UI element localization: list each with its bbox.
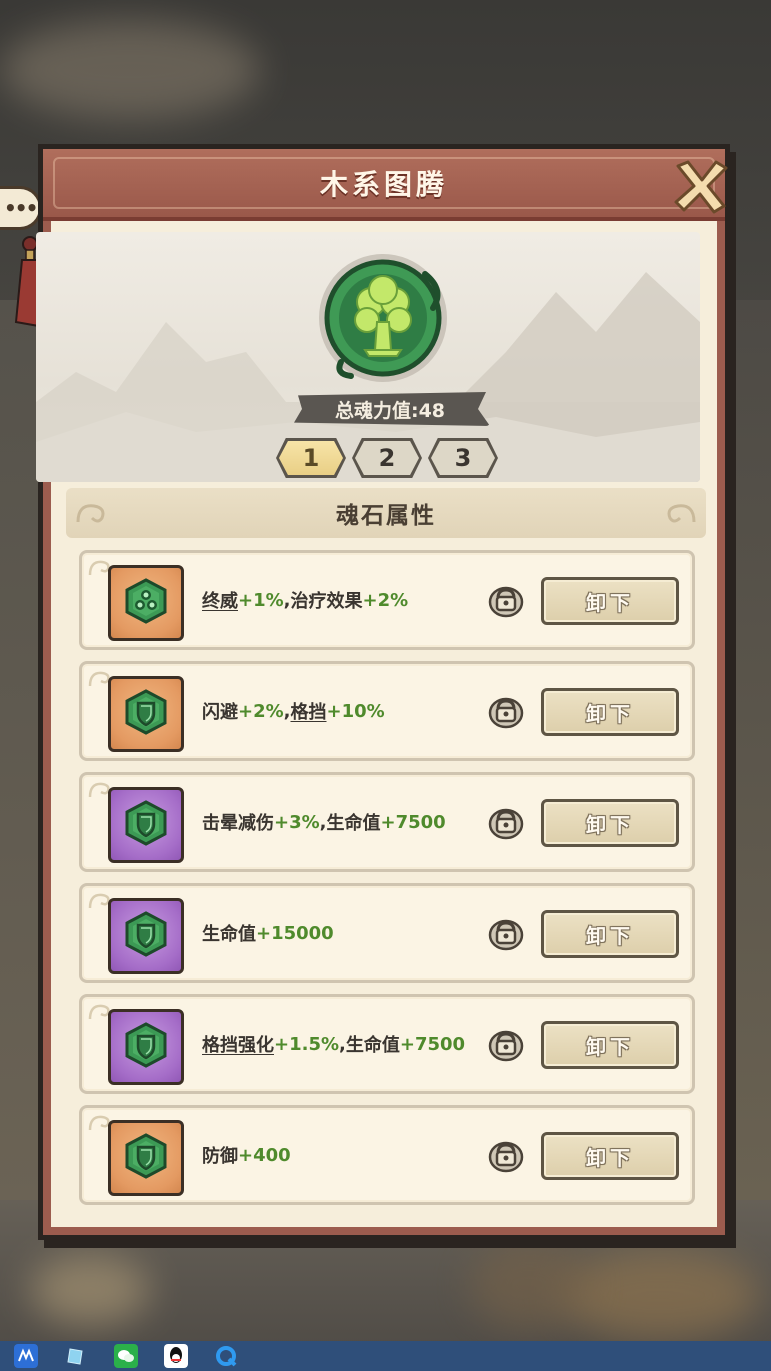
wechat-icon[interactable]: [114, 1344, 138, 1368]
section-header: 魂石属性: [66, 488, 706, 538]
soul-stone-row: 生命值 +15000 卸下: [79, 883, 695, 983]
chat-bubble-icon[interactable]: •••: [0, 186, 42, 230]
app-launcher-icon[interactable]: [14, 1344, 38, 1368]
attribute-name: 闪避: [202, 702, 238, 723]
stone-attribute-text: 终威 +1%, 治疗效果 +2%: [202, 553, 408, 647]
title-bar: 木系图腾: [43, 149, 725, 221]
unequip-button[interactable]: 卸下: [541, 688, 679, 736]
shield-gem-icon: [123, 1133, 169, 1183]
background-pillar: [731, 300, 771, 1200]
attribute-value: +1.5%: [274, 1033, 340, 1055]
tree-emblem-icon: [319, 254, 447, 382]
attribute-name: ,: [319, 811, 327, 833]
close-icon: [674, 160, 728, 214]
browser-icon[interactable]: [214, 1344, 238, 1368]
attribute-keyword-link[interactable]: 终威: [202, 587, 238, 613]
attribute-value: +3%: [274, 811, 320, 833]
background-blur: [470, 1240, 590, 1330]
triple-leaf-gem-icon: [123, 578, 169, 628]
soul-stone-row: 防御 +400 卸下: [79, 1105, 695, 1205]
tab-2[interactable]: 2: [352, 438, 422, 478]
unequip-button[interactable]: 卸下: [541, 577, 679, 625]
panel-title: 木系图腾: [319, 168, 448, 201]
attribute-value: +7500: [380, 811, 446, 833]
attribute-name: 防御: [202, 1146, 238, 1167]
soul-stone-row: 击晕减伤 +3%, 生命值 +7500 卸下: [79, 772, 695, 872]
tab-1[interactable]: 1: [276, 438, 346, 478]
stone-attribute-text: 击晕减伤 +3%, 生命值 +7500: [202, 775, 446, 869]
shield-gem-icon: [123, 800, 169, 850]
attribute-value: +1%: [238, 589, 284, 611]
background-pillar: [0, 300, 40, 1200]
notes-icon[interactable]: [64, 1344, 88, 1368]
total-power-label: 总魂力值:48: [334, 399, 446, 422]
attribute-name: 治疗效果: [290, 591, 363, 612]
unequip-button[interactable]: 卸下: [541, 910, 679, 958]
attribute-name: 生命值: [326, 813, 381, 834]
tab-3[interactable]: 3: [428, 438, 498, 478]
unequip-button[interactable]: 卸下: [541, 799, 679, 847]
cloud-ornament-left: [76, 504, 105, 523]
attribute-value: +10%: [326, 700, 385, 722]
soul-stone-list: 终威 +1%, 治疗效果 +2% 卸下 闪避 +2%, 格挡 +10% 卸下 击晕减伤 +3%, 生命值…: [79, 550, 695, 1216]
background-blur: [0, 20, 260, 120]
attribute-name: 击晕减伤: [202, 813, 274, 834]
attribute-value: +7500: [399, 1033, 466, 1055]
attribute-name: 生命值: [202, 924, 256, 945]
attribute-value: +2%: [362, 589, 409, 611]
soul-stone-slot[interactable]: [108, 565, 184, 641]
attribute-keyword-link[interactable]: 格挡强化: [202, 1031, 274, 1057]
soul-stone-row: 格挡强化 +1.5%, 生命值 +7500 卸下: [79, 994, 695, 1094]
attribute-value: +400: [238, 1144, 291, 1166]
lock-icon[interactable]: [488, 695, 524, 729]
background-blur: [30, 1255, 150, 1325]
close-button[interactable]: [667, 153, 733, 219]
unequip-button[interactable]: 卸下: [541, 1021, 679, 1069]
lock-icon[interactable]: [488, 1028, 524, 1062]
soul-stone-row: 终威 +1%, 治疗效果 +2% 卸下: [79, 550, 695, 650]
attribute-keyword-link[interactable]: 格挡: [291, 698, 327, 724]
stone-attribute-text: 闪避 +2%, 格挡 +10%: [202, 664, 385, 758]
lock-icon[interactable]: [488, 917, 524, 951]
attribute-name: ,: [339, 1033, 346, 1055]
attribute-value: +15000: [256, 922, 334, 944]
stone-attribute-text: 防御 +400: [202, 1108, 291, 1202]
cloud-ornament-right: [667, 504, 696, 523]
unequip-button[interactable]: 卸下: [541, 1132, 679, 1180]
shield-gem-icon: [123, 689, 169, 739]
attribute-value: +2%: [238, 700, 284, 722]
total-power-banner: 总魂力值:48: [294, 392, 490, 426]
shield-gem-icon: [123, 1022, 169, 1072]
taskbar: [0, 1341, 771, 1371]
attribute-name: ,: [283, 700, 291, 722]
section-title: 魂石属性: [336, 503, 436, 529]
stone-attribute-text: 格挡强化 +1.5%, 生命值 +7500: [202, 997, 465, 1091]
soul-stone-slot[interactable]: [108, 1009, 184, 1085]
shield-gem-icon: [123, 911, 169, 961]
attribute-name: ,: [283, 589, 291, 611]
lock-icon[interactable]: [488, 806, 524, 840]
soul-stone-slot[interactable]: [108, 676, 184, 752]
soul-stone-row: 闪避 +2%, 格挡 +10% 卸下: [79, 661, 695, 761]
lock-icon[interactable]: [488, 584, 524, 618]
soul-stone-slot[interactable]: [108, 1120, 184, 1196]
attribute-name: 生命值: [345, 1035, 400, 1056]
background-blur: [560, 1250, 760, 1340]
soul-stone-slot[interactable]: [108, 787, 184, 863]
soul-stone-slot[interactable]: [108, 898, 184, 974]
lock-icon[interactable]: [488, 1139, 524, 1173]
qq-icon[interactable]: [164, 1344, 188, 1368]
stone-attribute-text: 生命值 +15000: [202, 886, 334, 980]
page-tabs: 1 2 3: [276, 438, 498, 478]
